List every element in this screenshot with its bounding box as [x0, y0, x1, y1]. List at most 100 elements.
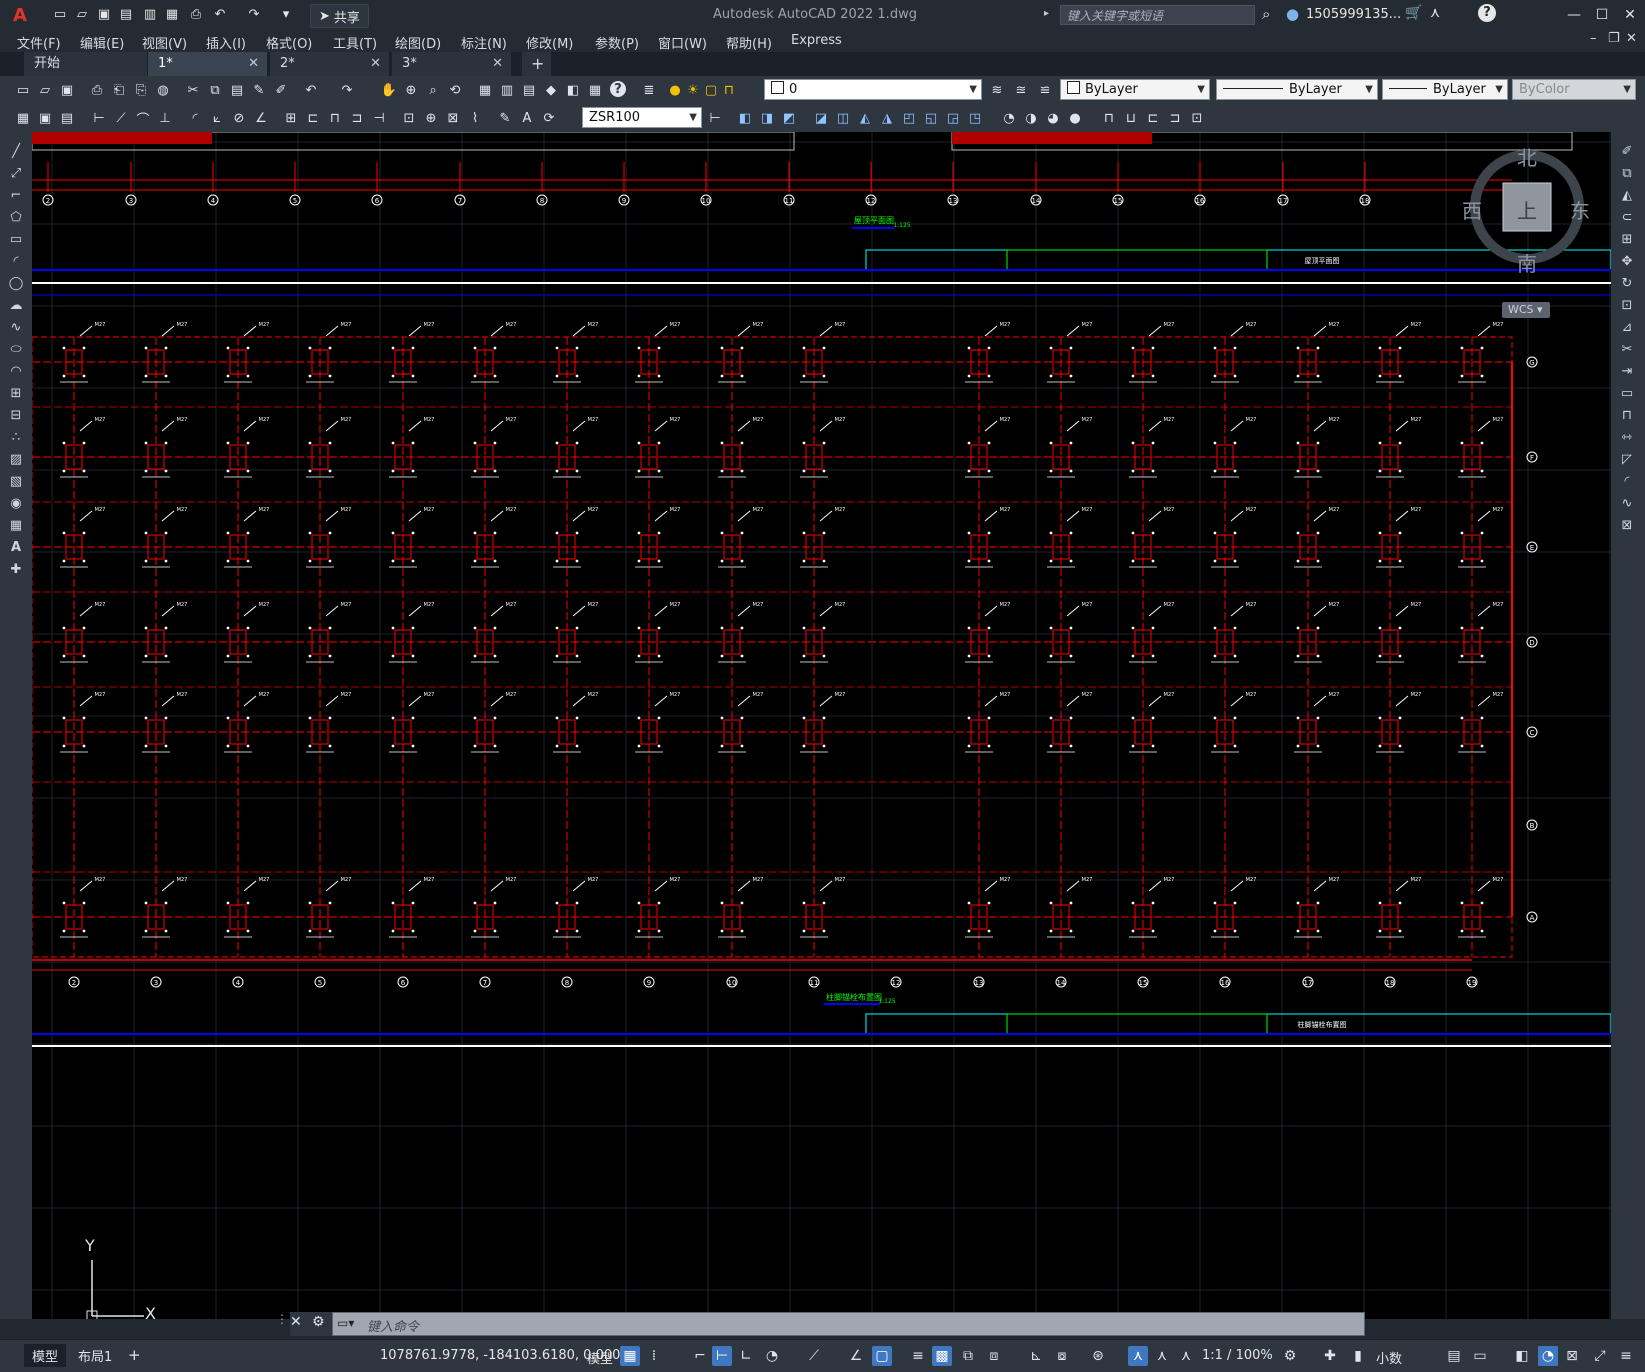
menu-parametric[interactable]: 参数(P) — [595, 33, 639, 52]
command-input[interactable]: 键入命令 — [367, 1316, 419, 1335]
rotate-icon[interactable]: ↻ — [1618, 274, 1636, 292]
menu-tools[interactable]: 工具(T) — [333, 33, 377, 52]
polygon-icon[interactable]: ⬠ — [7, 208, 25, 226]
menu-dimension[interactable]: 标注(N) — [461, 33, 507, 52]
layer-properties-icon[interactable]: ≣ — [640, 81, 658, 99]
undo-icon[interactable]: ↶ — [210, 4, 230, 24]
model-space-toggle[interactable]: 模型 — [587, 1348, 613, 1367]
layer-unlock-icon[interactable]: ⊓ — [720, 81, 738, 99]
command-line[interactable]: ▭▾ 键入命令 — [332, 1312, 1365, 1336]
properties-icon[interactable]: ▦ — [476, 81, 494, 99]
close-icon[interactable]: ✕ — [492, 52, 503, 76]
close-icon[interactable]: ✕ — [370, 52, 381, 76]
units-dropdown[interactable]: 小数 — [1376, 1348, 1402, 1367]
radius-dimension-icon[interactable]: ◜ — [186, 109, 204, 127]
close-icon[interactable]: ✕ — [290, 1314, 302, 1330]
join-icon[interactable]: ⇿ — [1618, 428, 1636, 446]
view-ne-icon[interactable]: ◱ — [922, 109, 940, 127]
workspace-icon[interactable]: ▦ — [14, 109, 32, 127]
make-block-icon[interactable]: ⊟ — [7, 406, 25, 424]
tab-drawing-2[interactable]: 2* ✕ — [270, 52, 390, 76]
viewcube-south[interactable]: 南 — [1517, 248, 1537, 277]
markup-icon[interactable]: ◧ — [564, 81, 582, 99]
point-icon[interactable]: ∴ — [7, 428, 25, 446]
aligned-dimension-icon[interactable]: ⟋ — [112, 109, 130, 127]
menu-modify[interactable]: 修改(M) — [526, 33, 573, 52]
object-snap-icon[interactable]: ▢ — [872, 1346, 892, 1366]
lineweight-icon[interactable]: ≡ — [908, 1346, 928, 1366]
command-grip-icon[interactable]: ⋮ — [276, 1312, 288, 1336]
maximize-icon[interactable]: ☐ — [1588, 4, 1616, 26]
hatch-icon[interactable]: ▨ — [7, 450, 25, 468]
dimension-style-icon[interactable]: ⊢ — [706, 109, 724, 127]
add-selected-icon[interactable]: ✚ — [7, 560, 25, 578]
quick-dimension-icon[interactable]: ⊞ — [282, 109, 300, 127]
view-se-icon[interactable]: ◰ — [900, 109, 918, 127]
layer-dropdown[interactable]: 0 ▼ — [764, 79, 982, 100]
break-icon[interactable]: ⊓ — [1618, 406, 1636, 424]
quick-properties-icon[interactable]: ▤ — [1444, 1346, 1464, 1366]
help-icon[interactable]: ? — [1478, 4, 1496, 22]
center-mark-icon[interactable]: ⊕ — [422, 109, 440, 127]
selection-filter-icon[interactable]: ⧇ — [1052, 1346, 1072, 1366]
view-top-icon[interactable]: ◧ — [736, 109, 754, 127]
design-center-icon[interactable]: ▥ — [498, 81, 516, 99]
ucs-face-icon[interactable]: ⊐ — [1166, 109, 1184, 127]
redo-icon[interactable]: ↷ — [244, 4, 264, 24]
view-bottom-icon[interactable]: ◨ — [758, 109, 776, 127]
tab-layout1[interactable]: 布局1 — [70, 1344, 120, 1367]
wcs-menu[interactable]: WCS ▾ — [1502, 302, 1550, 318]
close-icon[interactable]: ✕ — [248, 52, 259, 76]
redo-icon[interactable]: ↷ — [338, 81, 356, 99]
viewcube-east[interactable]: 东 — [1570, 195, 1590, 224]
view-nw-icon[interactable]: ◲ — [944, 109, 962, 127]
doc-restore-icon[interactable]: ❐ — [1608, 31, 1620, 46]
array-icon[interactable]: ⊞ — [1618, 230, 1636, 248]
menu-format[interactable]: 格式(O) — [266, 33, 312, 52]
zoom-previous-icon[interactable]: ⟲ — [446, 81, 464, 99]
ordinate-dimension-icon[interactable]: ⊥ — [156, 109, 174, 127]
close-icon[interactable]: ✕ — [1616, 4, 1644, 26]
isolate-objects-icon[interactable]: ◧ — [1512, 1346, 1532, 1366]
visual-style-hidden-icon[interactable]: ◑ — [1022, 109, 1040, 127]
ucs-world-icon[interactable]: ⊔ — [1122, 109, 1140, 127]
auto-scale-icon[interactable]: ⋏ — [1152, 1346, 1172, 1366]
region-icon[interactable]: ◉ — [7, 494, 25, 512]
save-as-icon[interactable]: ▤ — [116, 4, 136, 24]
linetype-dropdown[interactable]: ByLayer ▼ — [1216, 79, 1378, 100]
ucs-object-icon[interactable]: ⊡ — [1188, 109, 1206, 127]
view-sw-icon[interactable]: ◮ — [878, 109, 896, 127]
color-dropdown[interactable]: ByLayer ▼ — [1060, 79, 1210, 100]
rectangle-icon[interactable]: ▭ — [7, 230, 25, 248]
gizmo-icon[interactable]: ⊛ — [1088, 1346, 1108, 1366]
plot-icon[interactable]: ⎙ — [186, 4, 206, 24]
zoom-realtime-icon[interactable]: ⊕ — [402, 81, 420, 99]
gradient-icon[interactable]: ▧ — [7, 472, 25, 490]
menu-file[interactable]: 文件(F) — [17, 33, 61, 52]
open-file-icon[interactable]: ▱ — [72, 4, 92, 24]
layer-lock-icon[interactable]: ▢ — [702, 81, 720, 99]
viewcube-north[interactable]: 北 — [1517, 142, 1537, 171]
revision-cloud-icon[interactable]: ☁ — [7, 296, 25, 314]
plot-preview-icon[interactable]: ⎗ — [110, 81, 128, 99]
ucs-previous-icon[interactable]: ⊏ — [1144, 109, 1162, 127]
menu-edit[interactable]: 编辑(E) — [80, 33, 124, 52]
menu-window[interactable]: 窗口(W) — [658, 33, 707, 52]
jogged-linear-icon[interactable]: ⌇ — [466, 109, 484, 127]
user-account[interactable]: 1505999135... — [1306, 7, 1401, 22]
view-right-icon[interactable]: ◪ — [812, 109, 830, 127]
break-at-point-icon[interactable]: ▭ — [1618, 384, 1636, 402]
zoom-window-icon[interactable]: ⌕ — [424, 81, 442, 99]
polar-tracking-icon[interactable]: ◔ — [762, 1346, 782, 1366]
open-icon[interactable]: ▱ — [36, 81, 54, 99]
autocad-logo-icon[interactable]: A — [6, 4, 34, 26]
viewcube-top-face[interactable]: 上 — [1517, 195, 1537, 224]
visual-style-real-icon[interactable]: ◕ — [1044, 109, 1062, 127]
ucs-icon[interactable]: ⊓ — [1100, 109, 1118, 127]
tab-drawing-3[interactable]: 3* ✕ — [392, 52, 512, 76]
construction-line-icon[interactable]: ⤢ — [7, 164, 25, 182]
cart-icon[interactable]: 🛒 — [1405, 5, 1422, 21]
drawing-canvas[interactable]: 2 3 4 5 6 7 8 9 10 11 12 13 14 15 16 17 18 屋顶平面图 1:125 屋顶平面… — [32, 132, 1611, 1319]
spline-icon[interactable]: ∿ — [7, 318, 25, 336]
transparency-icon[interactable]: ▩ — [932, 1346, 952, 1366]
